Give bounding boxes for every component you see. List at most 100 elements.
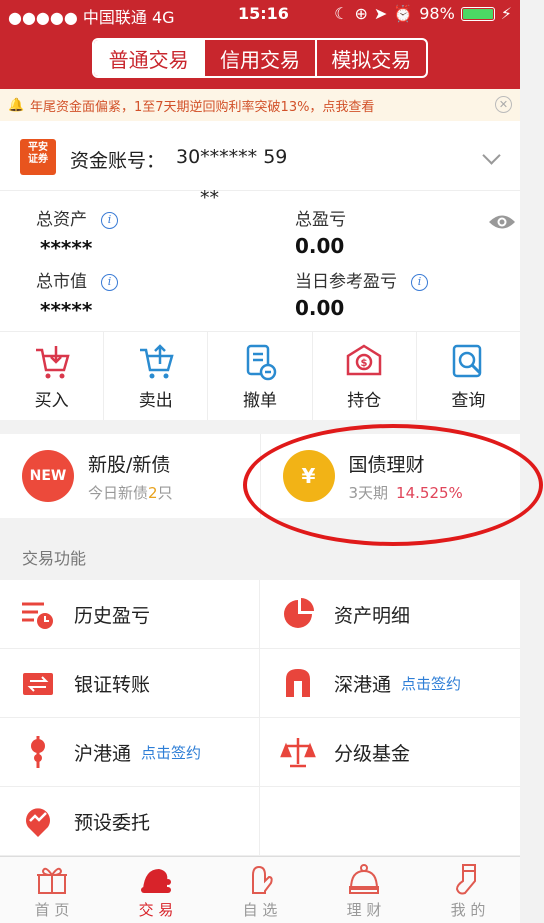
total-pl-label: 总盈亏 <box>295 210 346 230</box>
account-number: 30****** 59 <box>176 146 288 168</box>
shenzhen-hk-label: 深港通 <box>334 673 392 696</box>
carrier-signal: ●●●●● 中国联通 4G <box>8 8 175 27</box>
battery-icon <box>460 6 495 21</box>
bank-transfer-label: 银证转账 <box>74 673 151 696</box>
preset-order-label: 预设委托 <box>74 811 151 834</box>
shenzhen-hk-sign-link[interactable]: 点击签约 <box>401 673 461 694</box>
empty-cell <box>260 787 520 856</box>
bell-icon: 🔔 <box>8 97 25 113</box>
treasury-term: 3天期 <box>348 484 389 502</box>
daily-pl-label: 当日参考盈亏 i <box>295 267 428 292</box>
shenzhen-hk-item[interactable]: 深港通 点击签约 <box>260 649 520 718</box>
info-icon[interactable]: i <box>101 211 118 229</box>
cancel-order-label: 撤单 <box>243 391 277 411</box>
shanghai-hk-icon <box>31 736 45 768</box>
new-badge-icon: NEW <box>22 450 74 502</box>
notice-banner[interactable]: 🔔 年尾资金面偏紧，1至7天期逆回购利率突破13%，点我查看 ✕ <box>0 89 520 121</box>
nav-trade-label: 交 易 <box>138 901 174 919</box>
history-pl-item[interactable]: 历史盈亏 <box>0 580 260 649</box>
nav-watchlist[interactable]: 自 选 <box>208 857 312 923</box>
preset-order-item[interactable]: 预设委托 <box>0 787 260 856</box>
sell-button[interactable]: 卖出 <box>104 332 209 420</box>
query-button[interactable]: 查询 <box>417 332 520 420</box>
total-assets-text: 总资产 <box>36 210 87 230</box>
sell-label: 卖出 <box>138 391 173 411</box>
account-card: 平安 证券 资金账号： 30****** 59 ** 总资产 i ***** 总盈亏… <box>0 121 520 331</box>
location-icon: ➤ <box>373 4 388 23</box>
chevron-down-icon[interactable] <box>482 146 501 165</box>
tab-normal-trade[interactable]: 普通交易 <box>94 40 206 76</box>
preset-order-icon <box>26 808 50 837</box>
asset-detail-item[interactable]: 资产明细 <box>260 580 520 649</box>
gift-icon <box>37 867 67 894</box>
buy-button[interactable]: 买入 <box>0 332 105 420</box>
broker-logo: 平安 证券 <box>20 139 56 175</box>
tab-credit-trade[interactable]: 信用交易 <box>205 40 317 76</box>
graded-fund-item[interactable]: 分级基金 <box>260 718 520 787</box>
clock: 15:16 <box>238 4 289 23</box>
tab-simulated-trade[interactable]: 模拟交易 <box>317 40 426 76</box>
holdings-icon: $ <box>346 344 382 376</box>
history-pl-label: 历史盈亏 <box>74 604 151 627</box>
treasury-subtitle: 3天期 14.525% <box>349 482 463 503</box>
new-stock-title: 新股/新债 <box>88 454 171 476</box>
cancel-order-button[interactable]: 撤单 <box>208 332 313 420</box>
app-header: ●●●●● 中国联通 4G 15:16 ☾ ⊕ ➤ ⏰ 98% ⚡ 普通交易 信… <box>0 0 520 89</box>
new-stock-subtitle: 今日新债2只 <box>88 482 173 503</box>
cancel-order-icon <box>246 344 277 381</box>
bank-transfer-item[interactable]: 银证转账 <box>0 649 260 718</box>
mitten-icon <box>252 865 273 894</box>
eye-icon[interactable] <box>488 213 516 231</box>
sock-icon <box>455 864 476 895</box>
status-right: ☾ ⊕ ➤ ⏰ 98% ⚡ <box>334 4 512 23</box>
holdings-button[interactable]: $ 持仓 <box>313 332 417 420</box>
beanie-icon <box>349 864 379 894</box>
holdings-label: 持仓 <box>347 391 382 411</box>
new-stock-count: 2 <box>148 484 158 502</box>
treasury-icon: ¥ <box>282 450 335 502</box>
treasury-card[interactable]: ¥ 国债理财 3天期 14.525% <box>259 434 521 518</box>
shanghai-hk-item[interactable]: 沪港通 点击签约 <box>0 718 260 787</box>
charging-icon: ⚡ <box>500 4 512 23</box>
nav-home[interactable]: 首 页 <box>0 857 104 923</box>
total-pl-value: 0.00 <box>295 234 345 258</box>
new-stock-sub-suffix: 只 <box>157 484 173 502</box>
pie-chart-icon <box>284 598 314 628</box>
nav-home-label: 首 页 <box>34 901 70 919</box>
treasury-rate: 14.525% <box>396 484 463 502</box>
santa-hat-icon <box>141 869 171 893</box>
shanghai-hk-label: 沪港通 <box>74 742 132 765</box>
buy-label: 买入 <box>34 391 69 411</box>
market-value-value: ***** <box>40 298 93 322</box>
function-grid: 历史盈亏 资产明细 银证转账 深港通 点击签约 沪港通 点击签约 分级基金 预设… <box>0 580 520 856</box>
market-value-label: 总市值 i <box>36 267 118 292</box>
nav-me-label: 我 的 <box>450 901 486 919</box>
nav-wealth-label: 理 财 <box>346 901 382 919</box>
nav-me[interactable]: 我 的 <box>416 857 520 923</box>
asset-detail-label: 资产明细 <box>334 604 411 627</box>
total-assets-value: ***** <box>40 236 93 260</box>
nav-wealth[interactable]: 理 财 <box>312 857 416 923</box>
alarm-icon: ⏰ <box>393 4 414 23</box>
account-selector[interactable]: 平安 证券 资金账号： 30****** 59 <box>0 121 520 191</box>
bank-transfer-icon <box>23 673 53 695</box>
query-label: 查询 <box>451 391 486 411</box>
new-stock-card[interactable]: NEW 新股/新债 今日新债2只 <box>0 434 260 518</box>
history-pl-icon <box>22 602 53 629</box>
info-icon[interactable]: i <box>101 273 118 291</box>
graded-fund-label: 分级基金 <box>334 742 411 765</box>
shanghai-hk-sign-link[interactable]: 点击签约 <box>141 742 201 763</box>
query-icon <box>453 344 482 378</box>
lock-rotation-icon: ⊕ <box>354 4 368 23</box>
account-number-overflow: ** <box>200 187 219 209</box>
product-cards: NEW 新股/新债 今日新债2只 ¥ 国债理财 3天期 14.525% <box>0 434 520 518</box>
close-icon[interactable]: ✕ <box>495 96 512 113</box>
sell-cart-icon <box>139 344 174 379</box>
daily-pl-value: 0.00 <box>295 296 345 320</box>
account-label: 资金账号： <box>70 150 166 172</box>
new-badge-text: NEW <box>29 468 67 484</box>
bottom-nav: 首 页 交 易 自 选 理 财 我 的 <box>0 856 520 923</box>
nav-trade[interactable]: 交 易 <box>104 857 208 923</box>
info-icon[interactable]: i <box>411 273 428 291</box>
buy-cart-icon <box>35 346 70 379</box>
